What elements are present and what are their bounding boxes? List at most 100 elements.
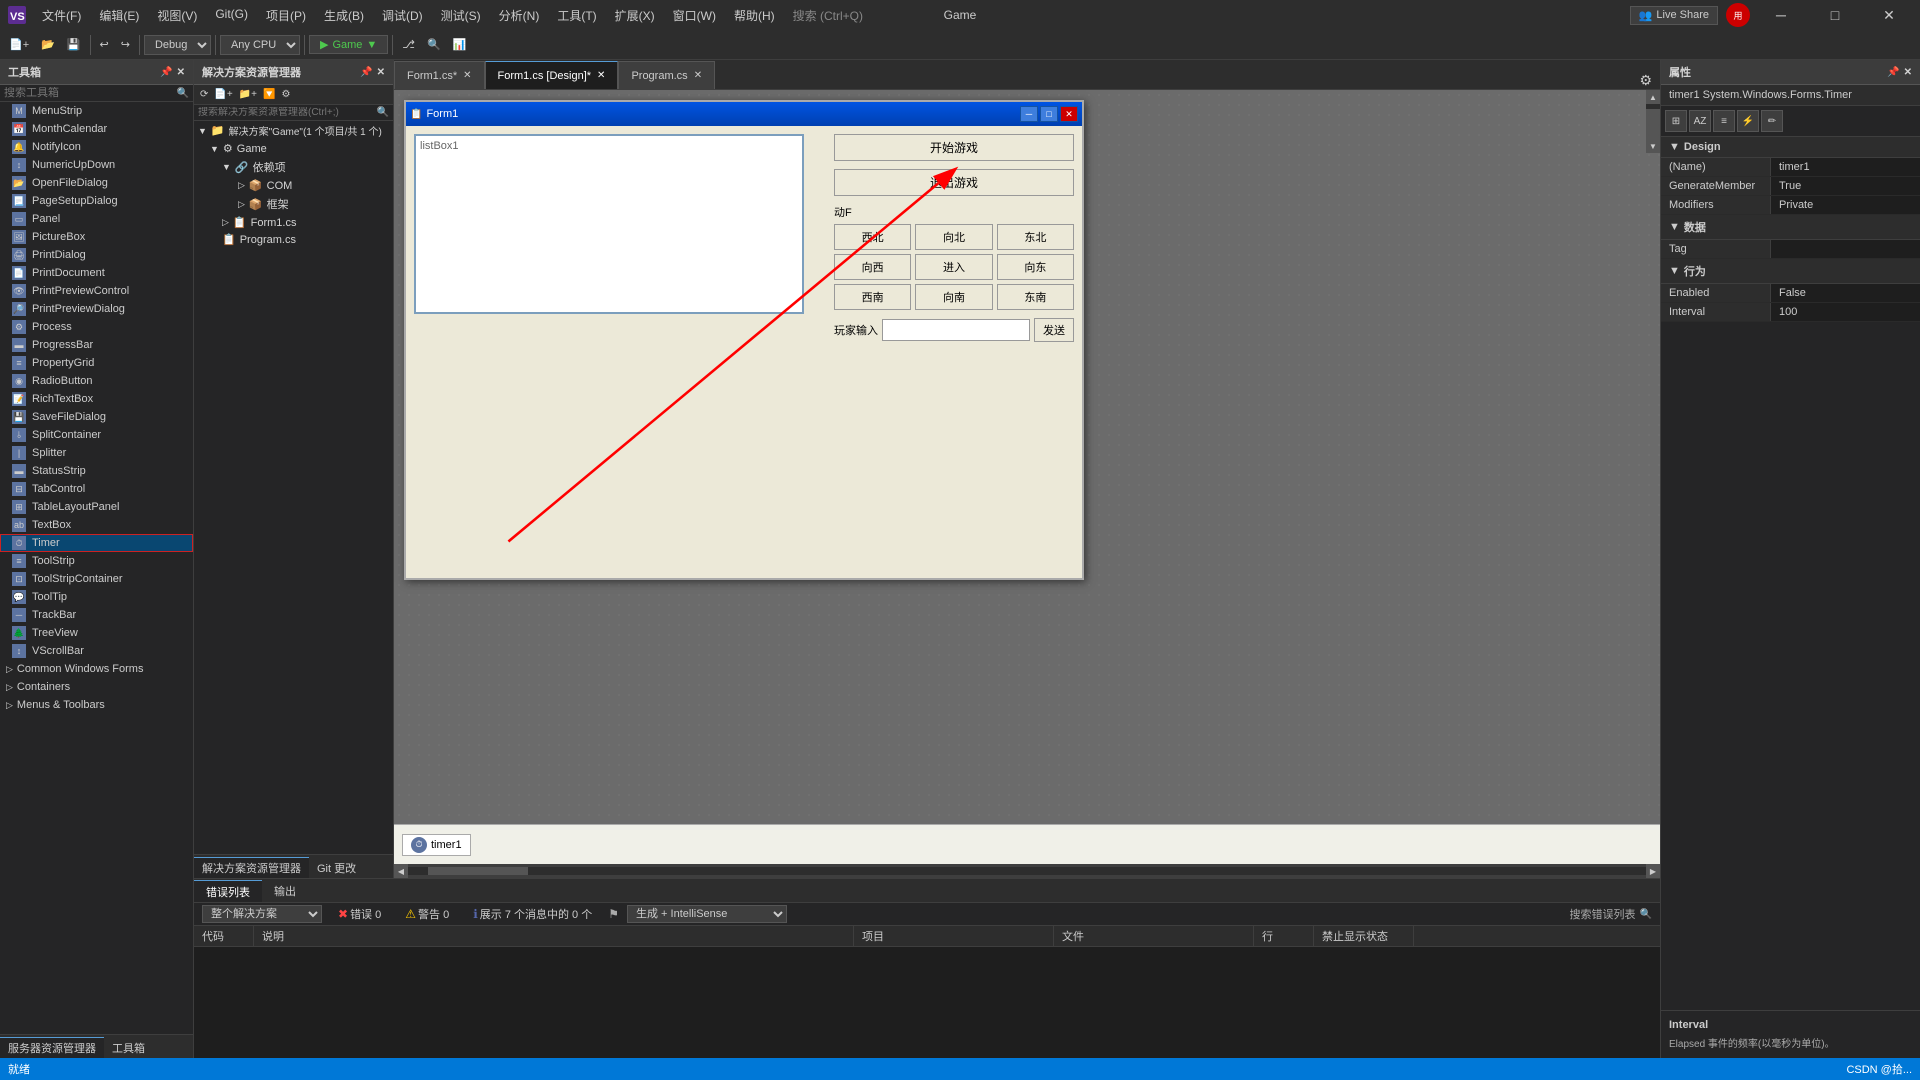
prop-modifiers-value[interactable]: Private — [1771, 196, 1920, 214]
prop-name-value[interactable]: timer1 — [1771, 158, 1920, 176]
timer1-component[interactable]: ⏱ timer1 — [402, 834, 471, 856]
dir-n-button[interactable]: 向北 — [915, 224, 992, 250]
menu-git[interactable]: Git(G) — [207, 5, 256, 26]
solution-new-file-icon[interactable]: 📄+ — [212, 87, 234, 102]
toolbox-item-menustrip[interactable]: M MenuStrip — [0, 102, 193, 120]
toolbox-item-splitter[interactable]: | Splitter — [0, 444, 193, 462]
toolbox-item-printpreviewcontrol[interactable]: 👁 PrintPreviewControl — [0, 282, 193, 300]
dir-se-button[interactable]: 东南 — [997, 284, 1074, 310]
menu-search[interactable]: 搜索 (Ctrl+Q) — [785, 5, 871, 26]
toolbox-item-splitcontainer[interactable]: ⫰ SplitContainer — [0, 426, 193, 444]
toolbox-item-radiobutton[interactable]: ◉ RadioButton — [0, 372, 193, 390]
toolbox-section-common[interactable]: ▷ Common Windows Forms — [0, 660, 193, 678]
dir-sw-button[interactable]: 西南 — [834, 284, 911, 310]
prop-categorized-button[interactable]: ⊞ — [1665, 110, 1687, 132]
error-search-icon[interactable]: 🔍 — [1640, 909, 1652, 920]
toolbox-item-picturebox[interactable]: 🖼 PictureBox — [0, 228, 193, 246]
info-badge[interactable]: ℹ 展示 7 个消息中的 0 个 — [465, 905, 600, 923]
dir-ne-button[interactable]: 东北 — [997, 224, 1074, 250]
prop-section-data[interactable]: ▼ 数据 — [1661, 215, 1920, 240]
win-maximize-button[interactable]: □ — [1040, 106, 1058, 122]
scroll-thumb-h[interactable] — [428, 867, 528, 875]
toolbox-item-tooltip[interactable]: 💬 ToolTip — [0, 588, 193, 606]
menu-view[interactable]: 视图(V) — [149, 5, 205, 26]
tree-form1-cs[interactable]: ▷ 📋 Form1.cs — [194, 214, 393, 231]
toolbox-item-trackbar[interactable]: ─ TrackBar — [0, 606, 193, 624]
warning-badge[interactable]: ⚠ 警告 0 — [397, 905, 457, 923]
analyze-button[interactable]: 🔍 — [422, 35, 446, 54]
menu-file[interactable]: 文件(F) — [34, 5, 89, 26]
error-badge[interactable]: ✖ 错误 0 — [330, 905, 389, 923]
menu-analyze[interactable]: 分析(N) — [491, 5, 548, 26]
toolbox-section-containers[interactable]: ▷ Containers — [0, 678, 193, 696]
tab-program-cs[interactable]: Program.cs ✕ — [618, 61, 715, 89]
prop-properties-button[interactable]: ≡ — [1713, 110, 1735, 132]
dir-w-button[interactable]: 向西 — [834, 254, 911, 280]
toolbox-item-notifyicon[interactable]: 🔔 NotifyIcon — [0, 138, 193, 156]
redo-button[interactable]: ↪ — [116, 35, 135, 54]
open-button[interactable]: 📂 — [36, 35, 60, 54]
dir-e-button[interactable]: 向东 — [997, 254, 1074, 280]
win-form[interactable]: 📋 Form1 ─ □ ✕ — [404, 100, 1084, 580]
toolbox-close-icon[interactable]: ✕ — [177, 67, 185, 78]
tab-form1-design-close[interactable]: ✕ — [597, 70, 605, 81]
solution-filter-icon[interactable]: 🔽 — [261, 87, 277, 102]
build-config-dropdown[interactable]: 生成 + IntelliSense — [627, 905, 787, 923]
tree-program-cs[interactable]: 📋 Program.cs — [194, 231, 393, 248]
toolbox-item-richtextbox[interactable]: 📝 RichTextBox — [0, 390, 193, 408]
solution-new-folder-icon[interactable]: 📁+ — [237, 87, 259, 102]
prop-section-design[interactable]: ▼ Design — [1661, 137, 1920, 158]
error-list-tab[interactable]: 错误列表 — [194, 880, 262, 902]
win-minimize-button[interactable]: ─ — [1020, 106, 1038, 122]
prop-tag-value[interactable] — [1771, 240, 1920, 258]
menu-edit[interactable]: 编辑(E) — [91, 5, 147, 26]
server-explorer-tab[interactable]: 服务器资源管理器 — [0, 1037, 104, 1058]
send-button[interactable]: 发送 — [1034, 318, 1074, 342]
player-input-field[interactable] — [882, 319, 1030, 341]
scroll-thumb[interactable] — [1646, 109, 1660, 139]
dir-nw-button[interactable]: 西北 — [834, 224, 911, 250]
prop-enabled-value[interactable]: False — [1771, 284, 1920, 302]
menu-tools[interactable]: 工具(T) — [549, 5, 604, 26]
toolbox-item-toolstripcontainer[interactable]: ⊡ ToolStripContainer — [0, 570, 193, 588]
dir-center-button[interactable]: 进入 — [915, 254, 992, 280]
toolbox-item-panel[interactable]: ▭ Panel — [0, 210, 193, 228]
prop-alphabetical-button[interactable]: AZ — [1689, 110, 1711, 132]
prop-interval-value[interactable]: 100 — [1771, 303, 1920, 321]
new-file-button[interactable]: 📄+ — [4, 35, 34, 54]
scope-dropdown[interactable]: 整个解决方案 — [202, 905, 322, 923]
toolbox-item-vscrollbar[interactable]: ↕ VScrollBar — [0, 642, 193, 660]
toolbox-item-toolstrip[interactable]: ≡ ToolStrip — [0, 552, 193, 570]
toolbox-item-printdialog[interactable]: 🖨 PrintDialog — [0, 246, 193, 264]
tab-form1-design[interactable]: Form1.cs [Design]* ✕ — [485, 61, 619, 89]
scroll-up-button[interactable]: ▲ — [1646, 90, 1660, 104]
scroll-right-button[interactable]: ▶ — [1646, 864, 1660, 878]
start-game-button[interactable]: 开始游戏 — [834, 134, 1074, 161]
tab-form1-cs-close[interactable]: ✕ — [463, 70, 471, 81]
live-share-button[interactable]: 👥 Live Share — [1630, 6, 1718, 25]
toolbox-item-textbox[interactable]: ab TextBox — [0, 516, 193, 534]
toolbox-item-propertygrid[interactable]: ≡ PropertyGrid — [0, 354, 193, 372]
git-button[interactable]: ⎇ — [397, 35, 420, 54]
prop-events-button[interactable]: ⚡ — [1737, 110, 1759, 132]
toolbox-item-statusstrip[interactable]: ▬ StatusStrip — [0, 462, 193, 480]
toolbox-item-process[interactable]: ⚙ Process — [0, 318, 193, 336]
scroll-down-button[interactable]: ▼ — [1646, 139, 1660, 153]
save-button[interactable]: 💾 — [62, 35, 86, 54]
status-user[interactable]: CSDN @拾... — [1846, 1061, 1912, 1077]
tree-project[interactable]: ▼ ⚙ Game — [194, 140, 393, 157]
menu-build[interactable]: 生成(B) — [316, 5, 372, 26]
designer-canvas[interactable]: 📋 Form1 ─ □ ✕ — [394, 90, 1660, 824]
solution-sync-icon[interactable]: ⟳ — [198, 87, 210, 102]
tree-dependencies[interactable]: ▼ 🔗 依赖项 — [194, 157, 393, 177]
properties-pin-icon[interactable]: 📌 — [1887, 67, 1899, 78]
output-tab[interactable]: 输出 — [262, 880, 308, 902]
toolbox-item-numericupdown[interactable]: ↕ NumericUpDown — [0, 156, 193, 174]
minimize-button[interactable]: ─ — [1758, 0, 1804, 30]
toolbox-section-menus[interactable]: ▷ Menus & Toolbars — [0, 696, 193, 714]
toolbox-item-savefiledialog[interactable]: 💾 SaveFileDialog — [0, 408, 193, 426]
prop-generatemember-value[interactable]: True — [1771, 177, 1920, 195]
filter-icon[interactable]: ⚑ — [608, 907, 619, 921]
debug-config-dropdown[interactable]: Debug — [144, 35, 211, 55]
exit-game-button[interactable]: 退出游戏 — [834, 169, 1074, 196]
